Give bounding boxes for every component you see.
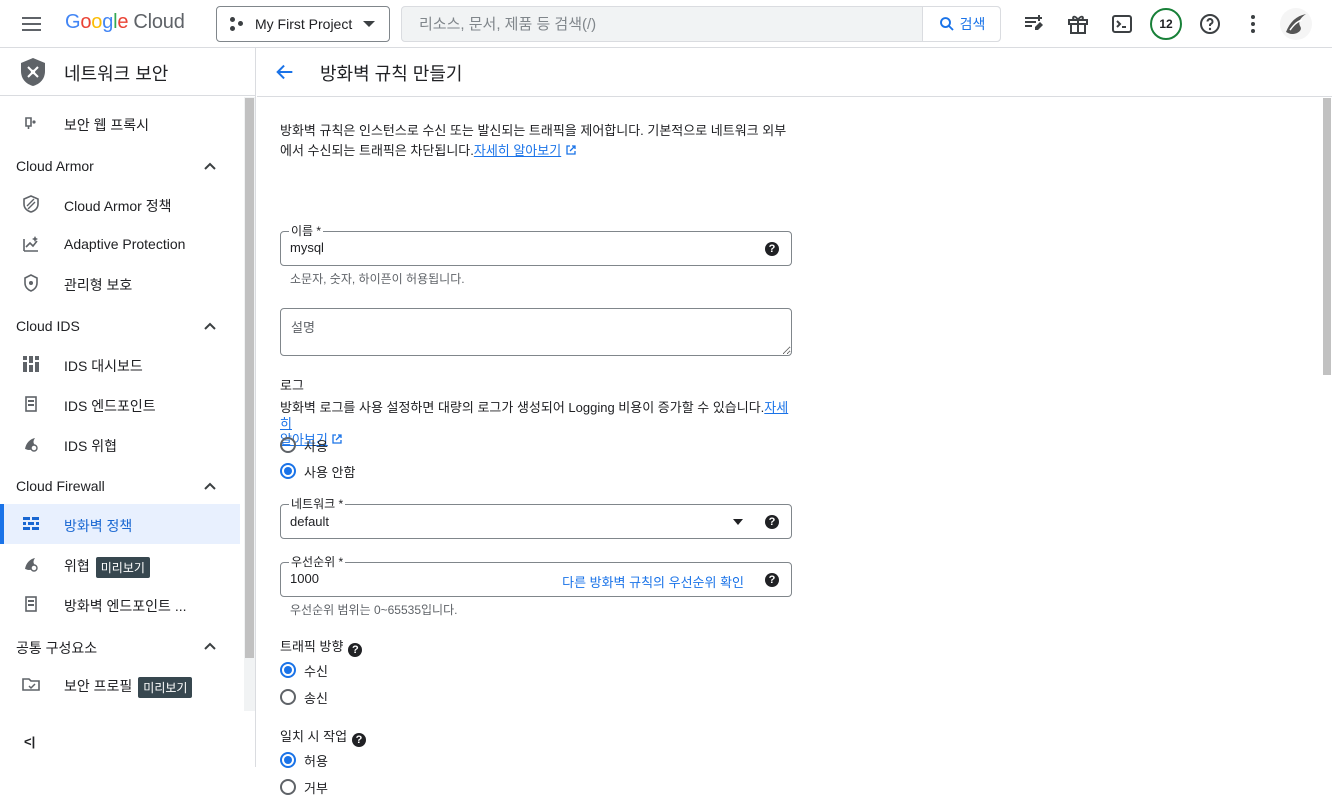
folder-check-icon bbox=[22, 678, 40, 691]
sidebar-scrollbar-thumb[interactable] bbox=[245, 98, 254, 658]
network-select[interactable]: 네트워크 * default ? bbox=[280, 497, 792, 539]
sidebar-group-cloud-ids[interactable]: Cloud IDS bbox=[0, 306, 240, 346]
priority-field: 우선순위 * 다른 방화벽 규칙의 우선순위 확인 ? bbox=[280, 555, 792, 597]
sidebar-item-threat[interactable]: 위협 미리보기 bbox=[0, 544, 240, 584]
radio-circle-selected bbox=[280, 463, 296, 479]
search-box: 검색 bbox=[401, 6, 1001, 42]
action-allow-radio[interactable]: 허용 bbox=[280, 750, 328, 770]
action-on-match-heading: 일치 시 작업? bbox=[280, 726, 367, 747]
sidebar-item-firewall-endpoint[interactable]: 방화벽 엔드포인트 ... bbox=[0, 584, 240, 624]
sidebar-item-managed-protection[interactable]: 관리형 보호 bbox=[0, 263, 240, 303]
sidebar-group-cloud-firewall[interactable]: Cloud Firewall bbox=[0, 466, 240, 506]
radio-circle bbox=[280, 689, 296, 705]
name-field: 이름 * ? bbox=[280, 224, 792, 266]
sidebar-group-cloud-armor[interactable]: Cloud Armor bbox=[0, 146, 240, 186]
chevron-up-icon bbox=[204, 642, 216, 650]
web-proxy-icon bbox=[25, 117, 36, 129]
sidebar-item-ids-endpoint[interactable]: IDS 엔드포인트 bbox=[0, 384, 240, 424]
sidebar-item-secure-web-proxy[interactable]: 보안 웹 프록시 bbox=[0, 103, 240, 143]
dashboard-icon bbox=[23, 356, 39, 372]
project-name: My First Project bbox=[255, 16, 353, 32]
top-bar: GoogleCloud My First Project 검색 12 bbox=[0, 0, 1332, 48]
dropdown-arrow-icon bbox=[733, 519, 743, 525]
main-scrollbar-thumb[interactable] bbox=[1323, 98, 1331, 375]
chevron-up-icon bbox=[204, 482, 216, 490]
firewall-brick-icon bbox=[23, 517, 39, 530]
preview-badge: 미리보기 bbox=[138, 676, 193, 698]
logs-heading: 로그 bbox=[280, 378, 304, 393]
direction-ingress-radio[interactable]: 수신 bbox=[280, 660, 328, 680]
sidebar: 네트워크 보안 보안 웹 프록시 Cloud Armor Cloud Armor… bbox=[0, 48, 256, 767]
chevron-up-icon bbox=[204, 322, 216, 330]
threat-icon bbox=[25, 558, 38, 572]
chevron-up-icon bbox=[204, 162, 216, 170]
priority-hint: 우선순위 범위는 0~65535입니다. bbox=[290, 603, 458, 617]
endpoint-icon bbox=[25, 596, 37, 612]
help-icon[interactable]: ? bbox=[765, 573, 779, 587]
logs-off-radio[interactable]: 사용 안함 bbox=[280, 461, 355, 481]
check-priority-link[interactable]: 다른 방화벽 규칙의 우선순위 확인 bbox=[562, 572, 744, 591]
priority-input[interactable] bbox=[290, 571, 530, 586]
gift-icon[interactable] bbox=[1066, 12, 1090, 36]
adaptive-chart-icon bbox=[23, 236, 38, 252]
radio-circle-selected bbox=[280, 662, 296, 678]
project-icon bbox=[229, 16, 245, 32]
cloud-shell-icon[interactable] bbox=[1110, 12, 1134, 36]
main-menu-icon[interactable] bbox=[22, 13, 44, 35]
avatar-image bbox=[1280, 8, 1312, 40]
radio-circle bbox=[280, 779, 296, 795]
name-input[interactable] bbox=[290, 240, 750, 255]
traffic-direction-heading: 트래픽 방향? bbox=[280, 636, 363, 657]
external-link-icon bbox=[332, 434, 343, 444]
notes-icon[interactable] bbox=[1022, 12, 1046, 36]
search-button[interactable]: 검색 bbox=[922, 7, 1000, 41]
intro-text: 방화벽 규칙은 인스턴스로 수신 또는 발신되는 트래픽을 제어합니다. 기본적… bbox=[280, 123, 787, 158]
avatar[interactable] bbox=[1280, 8, 1312, 40]
name-hint: 소문자, 숫자, 하이픈이 허용됩니다. bbox=[290, 272, 465, 286]
main-content: 방화벽 규칙 만들기 방화벽 규칙은 인스턴스로 수신 또는 발신되는 트래픽을… bbox=[257, 48, 1332, 796]
network-value: default bbox=[290, 514, 330, 529]
chevron-down-icon bbox=[363, 21, 375, 27]
back-arrow-icon[interactable] bbox=[274, 61, 296, 83]
collapse-sidebar-button[interactable]: <| bbox=[24, 734, 35, 749]
search-input[interactable] bbox=[402, 7, 924, 41]
sidebar-item-ids-dashboard[interactable]: IDS 대시보드 bbox=[0, 344, 240, 384]
preview-badge: 미리보기 bbox=[95, 556, 150, 578]
external-link-icon bbox=[566, 145, 576, 155]
page-title: 방화벽 규칙 만들기 bbox=[320, 64, 463, 84]
sidebar-group-common-components[interactable]: 공통 구성요소 bbox=[0, 626, 240, 666]
sidebar-title: 네트워크 보안 bbox=[64, 64, 169, 84]
learn-more-link[interactable]: 자세히 알아보기 bbox=[474, 143, 561, 158]
page-header: 방화벽 규칙 만들기 bbox=[257, 48, 1332, 97]
endpoint-icon bbox=[25, 396, 37, 412]
sidebar-item-security-profile[interactable]: 보안 프로필 미리보기 bbox=[0, 664, 240, 704]
notification-count-badge[interactable]: 12 bbox=[1150, 8, 1182, 40]
threat-icon bbox=[25, 438, 38, 452]
google-cloud-logo[interactable]: Google Cloud bbox=[65, 11, 185, 34]
armor-shield-icon bbox=[23, 195, 39, 213]
help-icon[interactable]: ? bbox=[348, 643, 363, 657]
sidebar-item-cloud-armor-policy[interactable]: Cloud Armor 정책 bbox=[0, 184, 240, 224]
help-icon[interactable]: ? bbox=[765, 515, 779, 529]
sidebar-item-firewall-policy[interactable]: 방화벽 정책 bbox=[0, 504, 240, 544]
logs-on-radio[interactable]: 사용 bbox=[280, 435, 328, 455]
sidebar-item-adaptive-protection[interactable]: Adaptive Protection bbox=[0, 224, 240, 264]
logs-description: 방화벽 로그를 사용 설정하면 대량의 로그가 생성되어 Logging 비용이… bbox=[280, 400, 789, 447]
more-vert-icon[interactable] bbox=[1241, 12, 1265, 36]
direction-egress-radio[interactable]: 송신 bbox=[280, 687, 328, 707]
action-deny-radio[interactable]: 거부 bbox=[280, 777, 328, 797]
help-icon[interactable]: ? bbox=[352, 733, 367, 747]
radio-circle-selected bbox=[280, 752, 296, 768]
sidebar-item-ids-threat[interactable]: IDS 위협 bbox=[0, 424, 240, 464]
radio-circle bbox=[280, 437, 296, 453]
network-security-shield-icon bbox=[21, 58, 45, 86]
collapse-icon: <| bbox=[24, 734, 36, 749]
help-icon[interactable] bbox=[1198, 12, 1222, 36]
project-picker[interactable]: My First Project bbox=[216, 6, 390, 42]
description-textarea[interactable] bbox=[280, 308, 792, 356]
help-icon[interactable]: ? bbox=[765, 242, 779, 256]
managed-shield-icon bbox=[24, 274, 38, 292]
search-icon bbox=[939, 17, 954, 31]
sidebar-header: 네트워크 보안 bbox=[0, 48, 255, 96]
